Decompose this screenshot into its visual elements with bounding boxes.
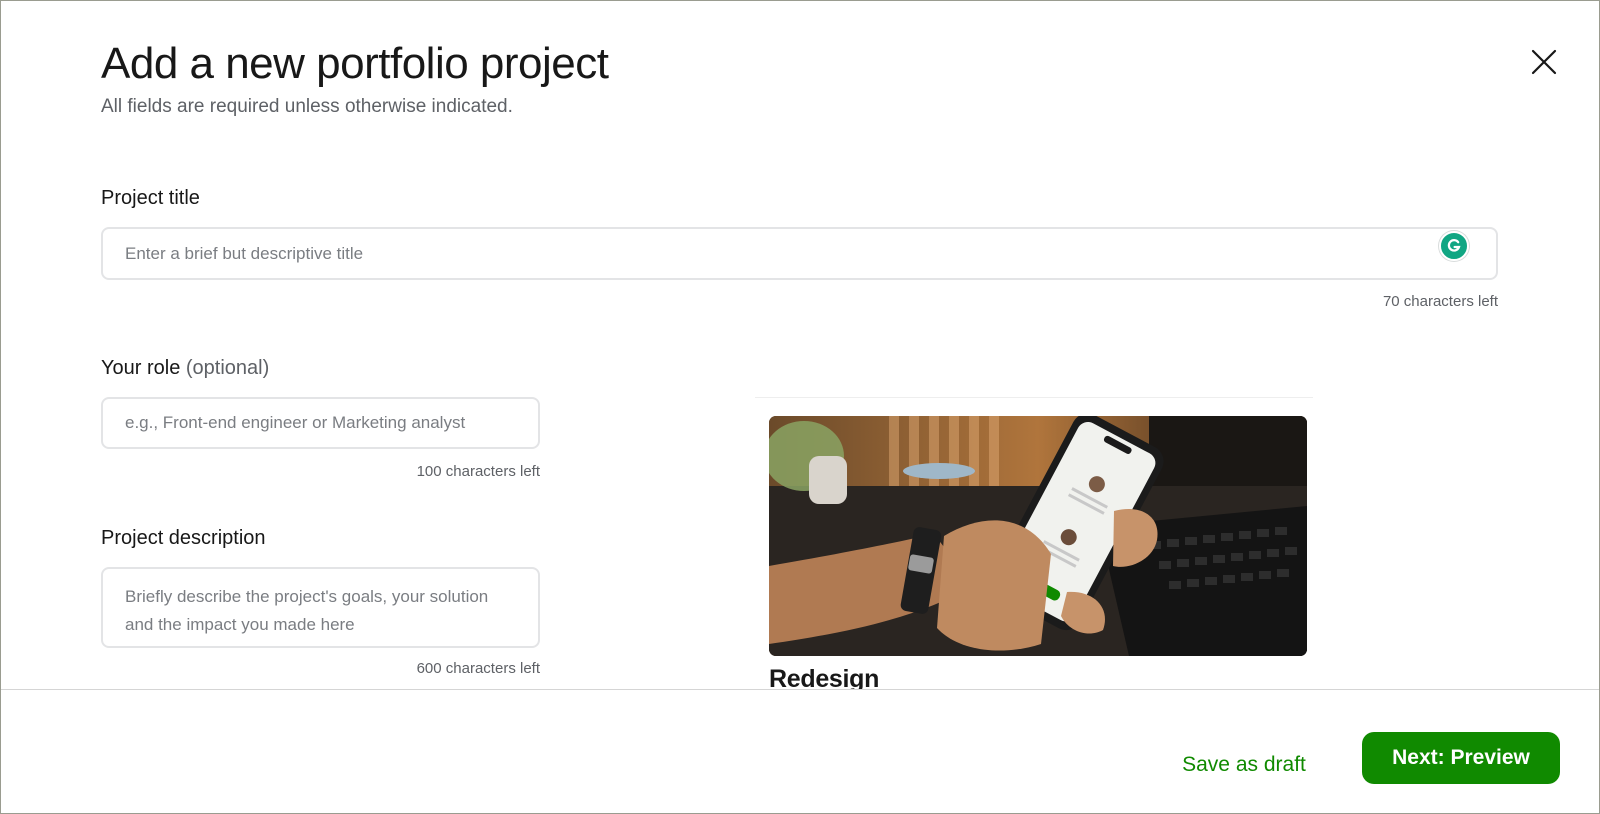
- role-label: Your role (optional): [101, 357, 269, 380]
- description-counter: 600 characters left: [416, 660, 540, 677]
- role-label-text: Your role: [101, 357, 181, 379]
- close-button[interactable]: [1527, 45, 1561, 79]
- role-placeholder: e.g., Front-end engineer or Marketing an…: [125, 413, 466, 432]
- project-title-input[interactable]: Enter a brief but descriptive title: [101, 227, 1498, 280]
- next-preview-button[interactable]: Next: Preview: [1362, 732, 1560, 784]
- role-input[interactable]: e.g., Front-end engineer or Marketing an…: [101, 397, 540, 449]
- project-title-placeholder: Enter a brief but descriptive title: [125, 243, 364, 263]
- description-textarea[interactable]: Briefly describe the project's goals, yo…: [101, 567, 540, 648]
- role-counter: 100 characters left: [416, 463, 540, 480]
- modal-body: Add a new portfolio project All fields a…: [1, 1, 1599, 689]
- project-title-label: Project title: [101, 187, 200, 209]
- preview-project-title: Redesign: [769, 665, 880, 689]
- close-icon: [1531, 49, 1557, 75]
- modal: Add a new portfolio project All fields a…: [0, 0, 1600, 814]
- save-as-draft-button[interactable]: Save as draft: [1169, 743, 1319, 787]
- description-placeholder: Briefly describe the project's goals, yo…: [125, 587, 489, 634]
- page-subtitle: All fields are required unless otherwise…: [101, 96, 513, 117]
- role-optional-tag: (optional): [185, 357, 270, 379]
- page-title: Add a new portfolio project: [101, 39, 609, 88]
- preview-divider: [755, 397, 1313, 398]
- modal-footer: Save as draft Next: Preview: [1, 689, 1599, 813]
- description-label: Project description: [101, 527, 266, 549]
- grammarly-icon[interactable]: [1439, 231, 1469, 261]
- preview-thumbnail: [769, 416, 1307, 656]
- project-title-counter: 70 characters left: [1382, 293, 1498, 310]
- hand-holding-phone-illustration: [769, 416, 1307, 656]
- grammarly-glyph: [1447, 239, 1461, 252]
